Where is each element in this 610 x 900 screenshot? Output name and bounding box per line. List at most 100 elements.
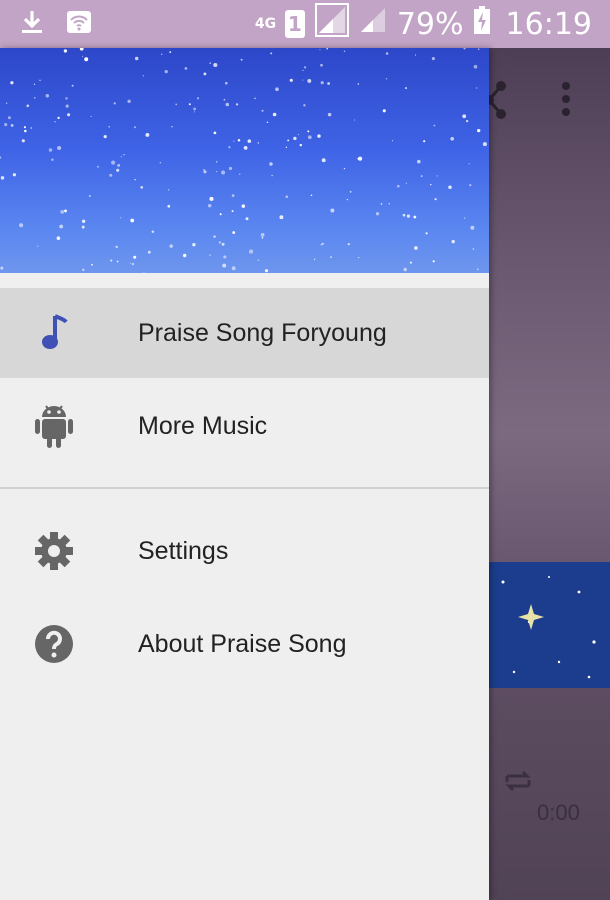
star — [261, 236, 264, 239]
star — [327, 82, 330, 85]
star — [193, 111, 195, 113]
star — [473, 64, 478, 69]
star — [257, 259, 259, 261]
star — [319, 49, 321, 51]
star — [134, 178, 136, 181]
star — [470, 225, 475, 230]
star — [403, 267, 407, 272]
star — [406, 214, 410, 218]
star — [414, 54, 417, 56]
star — [231, 266, 236, 271]
star — [432, 260, 435, 263]
star — [299, 143, 303, 147]
star — [430, 183, 432, 186]
star — [171, 126, 173, 128]
star — [264, 269, 269, 273]
star — [463, 217, 466, 219]
star — [260, 233, 265, 237]
star — [404, 87, 408, 90]
star — [235, 103, 239, 106]
star — [115, 245, 118, 249]
drawer-item-label: About Praise Song — [138, 629, 347, 658]
star — [24, 129, 27, 133]
star — [12, 173, 17, 177]
background-player-screen: 0:00 — [484, 48, 610, 900]
star — [65, 97, 68, 100]
star — [225, 102, 230, 107]
star — [228, 166, 233, 171]
more-options-icon[interactable] — [561, 82, 571, 121]
star — [385, 77, 388, 80]
star — [175, 103, 178, 106]
star — [327, 112, 332, 117]
star — [33, 83, 36, 85]
star — [420, 175, 423, 178]
star — [133, 255, 137, 259]
drawer-item-settings[interactable]: Settings — [0, 506, 489, 596]
star — [96, 165, 99, 168]
star — [279, 215, 284, 220]
network-type: 4G — [254, 16, 277, 32]
star — [228, 146, 231, 149]
star — [19, 223, 24, 228]
star — [320, 243, 323, 246]
star — [320, 81, 324, 85]
star — [26, 104, 30, 108]
star — [219, 213, 222, 216]
signal-icon-1 — [314, 3, 349, 45]
star — [221, 170, 226, 175]
star — [247, 139, 252, 143]
drawer-item-label: Settings — [138, 536, 229, 565]
star — [346, 199, 348, 201]
star — [209, 254, 211, 256]
star — [413, 215, 417, 219]
star — [233, 140, 235, 142]
star — [358, 156, 363, 161]
star — [169, 51, 172, 54]
star — [303, 66, 307, 69]
star — [59, 224, 64, 229]
star — [463, 48, 466, 50]
drawer-item-praise-song[interactable]: Praise Song Foryoung — [0, 288, 489, 378]
repeat-icon[interactable] — [501, 764, 535, 803]
star — [127, 99, 131, 103]
star — [84, 57, 89, 62]
drawer-item-more-music[interactable]: More Music — [0, 381, 489, 471]
star — [391, 140, 394, 142]
star — [239, 173, 241, 175]
star — [203, 169, 205, 171]
star — [261, 109, 264, 112]
star — [30, 127, 33, 129]
star — [343, 167, 346, 170]
star — [164, 70, 168, 74]
star — [111, 160, 116, 165]
star — [167, 204, 171, 208]
star — [10, 123, 14, 127]
star — [196, 97, 200, 100]
star — [110, 259, 113, 262]
star — [0, 266, 4, 270]
star — [151, 230, 155, 234]
drawer-item-about[interactable]: About Praise Song — [0, 599, 489, 689]
star — [168, 189, 170, 191]
star — [289, 78, 293, 82]
star — [192, 243, 196, 247]
star — [425, 232, 428, 235]
star — [245, 217, 249, 221]
star — [5, 102, 8, 104]
star — [134, 56, 139, 61]
star — [45, 94, 50, 98]
star — [405, 182, 407, 184]
star — [472, 248, 475, 250]
star — [161, 53, 163, 55]
star — [216, 161, 218, 163]
battery-percent: 79% — [396, 6, 464, 42]
star — [89, 195, 91, 197]
wifi-icon — [66, 10, 92, 39]
star — [123, 154, 125, 156]
star — [307, 135, 312, 140]
clock: 16:19 — [505, 6, 592, 42]
star — [353, 119, 356, 121]
star — [347, 243, 350, 246]
signal-icon-2 — [359, 6, 387, 42]
